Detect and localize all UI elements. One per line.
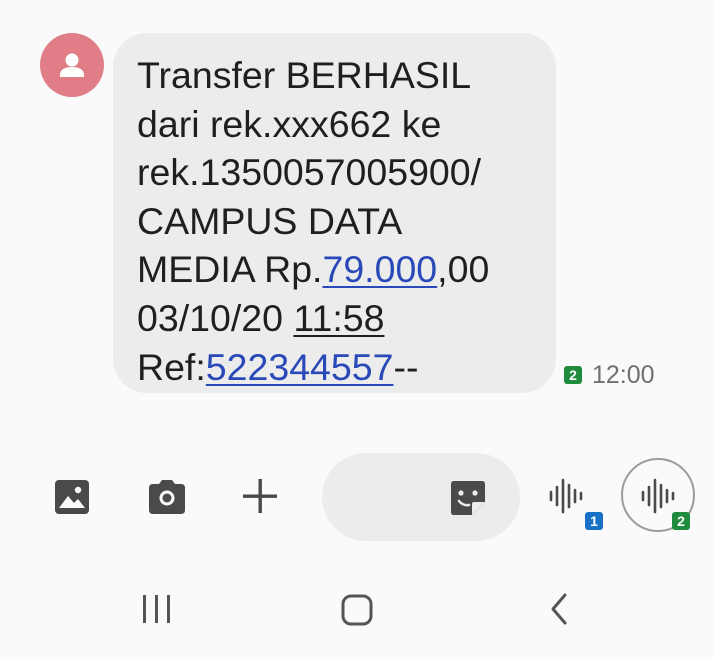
message-input-field[interactable] bbox=[322, 453, 520, 541]
sticker-button[interactable] bbox=[448, 478, 488, 518]
messaging-screen: Transfer BERHASIL dari rek.xxx662 ke rek… bbox=[0, 0, 713, 657]
message-date: 03/10/20 bbox=[137, 296, 294, 339]
message-bubble[interactable]: Transfer BERHASIL dari rek.xxx662 ke rek… bbox=[113, 33, 556, 393]
message-time-link[interactable]: 11:58 bbox=[293, 297, 384, 339]
message-line-5-suffix: ,00 bbox=[437, 248, 490, 291]
voice-sim2-badge: 2 bbox=[672, 512, 690, 530]
voice-sim1-badge: 1 bbox=[585, 512, 603, 530]
message-line-3: rek.1350057005900/ bbox=[137, 151, 482, 194]
ref-suffix: -- bbox=[393, 345, 419, 388]
sender-avatar[interactable] bbox=[40, 33, 104, 97]
message-timestamp: 12:00 bbox=[592, 360, 655, 389]
back-icon bbox=[551, 593, 567, 625]
home-icon bbox=[341, 594, 373, 626]
sticker-icon bbox=[451, 481, 485, 515]
nav-back-button[interactable] bbox=[544, 592, 574, 626]
voice-wave-icon bbox=[641, 478, 675, 514]
ref-number-link[interactable]: 522344557 bbox=[206, 346, 394, 388]
voice-message-sim2-button[interactable]: 2 bbox=[621, 458, 695, 532]
message-line-5-prefix: MEDIA Rp. bbox=[137, 248, 323, 291]
ref-prefix: Ref: bbox=[137, 345, 206, 388]
plus-icon bbox=[243, 479, 277, 513]
nav-recents-button[interactable] bbox=[138, 592, 176, 626]
gallery-icon bbox=[55, 480, 89, 514]
recents-icon bbox=[143, 595, 170, 623]
gallery-button[interactable] bbox=[50, 475, 94, 519]
sim-badge: 2 bbox=[564, 366, 582, 384]
message-text: Transfer BERHASIL dari rek.xxx662 ke rek… bbox=[137, 51, 556, 391]
amount-link[interactable]: 79.000 bbox=[322, 248, 437, 290]
message-meta: 2 12:00 bbox=[564, 361, 655, 389]
camera-icon bbox=[149, 480, 185, 514]
message-line-1: Transfer BERHASIL bbox=[137, 54, 472, 96]
voice-wave-icon bbox=[549, 478, 583, 514]
voice-message-sim1-button[interactable]: 1 bbox=[545, 474, 603, 530]
camera-button[interactable] bbox=[144, 475, 190, 519]
nav-home-button[interactable] bbox=[339, 593, 375, 627]
message-line-2: dari rek.xxx662 ke bbox=[137, 102, 442, 145]
message-line-4: CAMPUS DATA bbox=[137, 199, 403, 242]
person-icon bbox=[60, 53, 84, 77]
add-attachment-button[interactable] bbox=[238, 474, 282, 518]
